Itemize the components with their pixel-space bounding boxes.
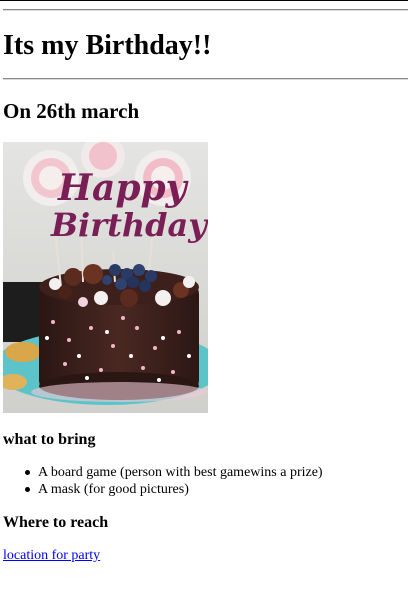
page-subtitle: On 26th march: [3, 99, 140, 123]
list-item: A mask (for good pictures): [3, 481, 323, 498]
list-item: A board game (person with best gamewins …: [3, 464, 323, 481]
svg-text:Birthday: Birthday: [50, 206, 208, 244]
birthday-cake-image: Happy Birthday: [3, 142, 208, 413]
svg-text:Happy: Happy: [57, 167, 189, 209]
what-to-bring-heading: what to bring: [3, 431, 96, 448]
horizontal-rule-bottom: [3, 78, 408, 80]
party-location-link[interactable]: location for party: [3, 547, 100, 564]
where-to-reach-heading: Where to reach: [3, 514, 109, 531]
bring-list: A board game (person with best gamewins …: [3, 464, 323, 498]
page-title: Its my Birthday!!: [3, 30, 212, 61]
list-item-text: A board game (person with best gamewins …: [38, 465, 323, 480]
bullet-icon: [25, 487, 30, 492]
top-border-line: [0, 0, 408, 1]
horizontal-rule-top: [3, 9, 408, 11]
list-item-text: A mask (for good pictures): [38, 482, 189, 497]
bullet-icon: [25, 470, 30, 475]
